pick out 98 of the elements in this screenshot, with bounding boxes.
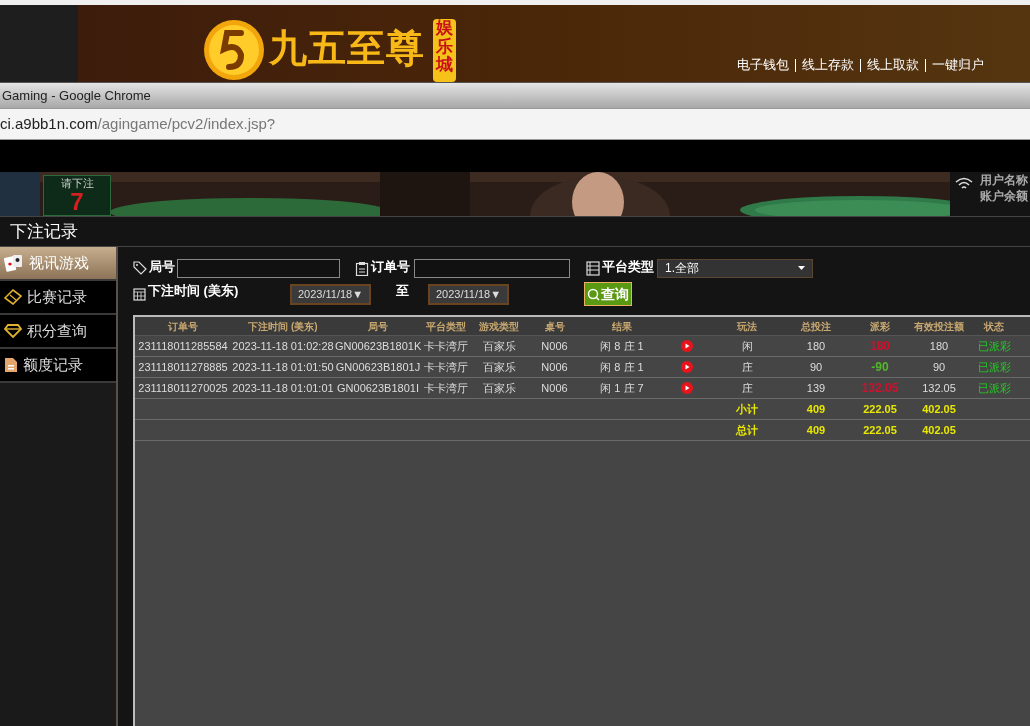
- table-cell-text: N006: [540, 338, 569, 354]
- table-cell-text: 409: [805, 401, 827, 417]
- column-header: 状态: [982, 319, 1005, 334]
- to-label: 至: [396, 282, 410, 300]
- table-cell-text: GN00623B1801J: [335, 359, 421, 375]
- logo-text: 九五至尊: [269, 29, 425, 67]
- table-cell-text: 402.05: [921, 401, 957, 417]
- column-header: 总投注: [799, 319, 832, 334]
- header-link[interactable]: 一键归户: [932, 55, 984, 75]
- time-label: 下注时间 (美东): [148, 282, 240, 300]
- table-cell-text: 卡卡湾厅: [423, 380, 469, 396]
- window-title: Gaming - Google Chrome: [1, 86, 151, 105]
- table-cell-text: GN00623B1801K: [335, 338, 421, 354]
- platform-select[interactable]: 1.全部: [657, 258, 813, 278]
- address-bar[interactable]: ci.a9bb1n.com/agingame/pcv2/index.jsp?: [0, 108, 1030, 140]
- table-cell-text: 百家乐: [481, 380, 517, 396]
- table-cell-text: 222.05: [862, 422, 898, 438]
- column-header: 局号: [367, 319, 389, 334]
- order-label: 订单号: [371, 258, 410, 276]
- ticket-icon: [4, 289, 22, 305]
- table-cell-text: 231118011270025: [137, 380, 229, 396]
- table-cell-text: 139: [805, 380, 827, 396]
- table-cell-text: 2023-11-18 01:02:28: [231, 338, 335, 354]
- table-cell-text: 132.05: [921, 380, 957, 396]
- info-label: 账户余额: [980, 188, 1028, 204]
- clipboard-icon: [355, 260, 369, 276]
- table-cell-text: 90: [808, 359, 824, 375]
- table-cell-text: 2023-11-18 01:01:01: [231, 380, 335, 396]
- calendar-icon: [133, 287, 146, 301]
- table-cell-text: 闲 8 庄 1: [599, 359, 645, 375]
- table-cell-text: 庄: [740, 359, 754, 375]
- table-cell-text: 222.05: [862, 401, 898, 417]
- play-icon[interactable]: [681, 340, 693, 352]
- column-header: 下注时间 (美东): [247, 319, 319, 334]
- table-cell-text: 402.05: [921, 422, 957, 438]
- table-cell-text: 闲: [740, 338, 754, 354]
- search-icon: [587, 287, 600, 301]
- date-from-dropdown[interactable]: 2023/11/18▼: [290, 283, 371, 305]
- column-header: 订单号: [167, 319, 199, 334]
- table-cell-text: 百家乐: [481, 359, 517, 375]
- round-label: 局号: [149, 258, 175, 276]
- caret-icon: [798, 266, 805, 270]
- table-cell: 180: [870, 339, 890, 353]
- column-header: 有效投注额: [913, 319, 965, 334]
- sidebar-item[interactable]: 额度记录: [0, 349, 116, 383]
- date-to-dropdown[interactable]: 2023/11/18▼: [428, 283, 509, 305]
- sidebar-item[interactable]: 比赛记录: [0, 281, 116, 315]
- wifi-icon: [955, 177, 973, 191]
- table-cell-text: 卡卡湾厅: [423, 359, 469, 375]
- url-text: ci.a9bb1n.com/agingame/pcv2/index.jsp?: [0, 113, 276, 134]
- table-cell-text: 已派彩: [976, 359, 1012, 375]
- table-cell-text: 庄: [740, 380, 754, 396]
- table-cell-text: 总计: [734, 422, 759, 438]
- table-cell-text: 小计: [735, 401, 759, 417]
- sidebar-item[interactable]: 积分查询: [0, 315, 116, 349]
- document-icon: [4, 357, 18, 373]
- table-cell-text: 闲 8 庄 1: [599, 338, 645, 354]
- table-cell-text: 90: [931, 359, 947, 375]
- column-header: 桌号: [543, 319, 566, 334]
- table-cell: -90: [871, 360, 889, 374]
- table-cell-text: 已派彩: [976, 338, 1012, 354]
- table-cell-text: 231118011285584: [137, 338, 229, 354]
- table-cell: 132.05: [861, 381, 899, 395]
- play-icon[interactable]: [681, 361, 693, 373]
- countdown: 7: [70, 190, 84, 214]
- platform-label: 平台类型: [602, 258, 654, 276]
- tag-icon: [133, 261, 147, 275]
- list-icon: [586, 260, 600, 276]
- table-cell-text: 闲 1 庄 7: [599, 380, 645, 396]
- column-header: 平台类型: [425, 319, 467, 334]
- column-header: 游戏类型: [478, 319, 520, 334]
- logo-icon: [203, 19, 265, 81]
- column-header: 结果: [611, 319, 633, 334]
- header-link[interactable]: 线上取款: [867, 55, 919, 75]
- column-header: 玩法: [736, 319, 758, 334]
- table-cell-text: GN00623B1801I: [336, 380, 420, 396]
- table-cell-text: 2023-11-18 01:01:50: [231, 359, 335, 375]
- table-cell-text: 已派彩: [976, 380, 1012, 396]
- playing-cards-icon: [4, 254, 24, 272]
- logo-badge: 娱乐城: [432, 19, 456, 82]
- round-input[interactable]: [177, 258, 340, 278]
- play-icon[interactable]: [681, 382, 693, 394]
- table-cell-text: 231118011278885: [137, 359, 229, 375]
- diamond-icon: [4, 324, 22, 338]
- table-cell-text: N006: [540, 359, 569, 375]
- table-cell-text: 180: [928, 338, 950, 354]
- info-label: 用户名称: [980, 172, 1028, 188]
- page-title: 下注记录: [10, 220, 78, 243]
- table-cell-text: 百家乐: [481, 338, 517, 354]
- table-cell-text: 180: [805, 338, 827, 354]
- table-cell-text: N006: [540, 380, 569, 396]
- header-link[interactable]: 电子钱包: [737, 55, 789, 75]
- table-cell-text: 卡卡湾厅: [423, 338, 469, 354]
- header-link[interactable]: 线上存款: [802, 55, 854, 75]
- bet-prompt: 请下注: [60, 176, 94, 190]
- column-header: 派彩: [869, 319, 891, 334]
- table-cell-text: 409: [805, 422, 827, 438]
- order-input[interactable]: [414, 258, 570, 278]
